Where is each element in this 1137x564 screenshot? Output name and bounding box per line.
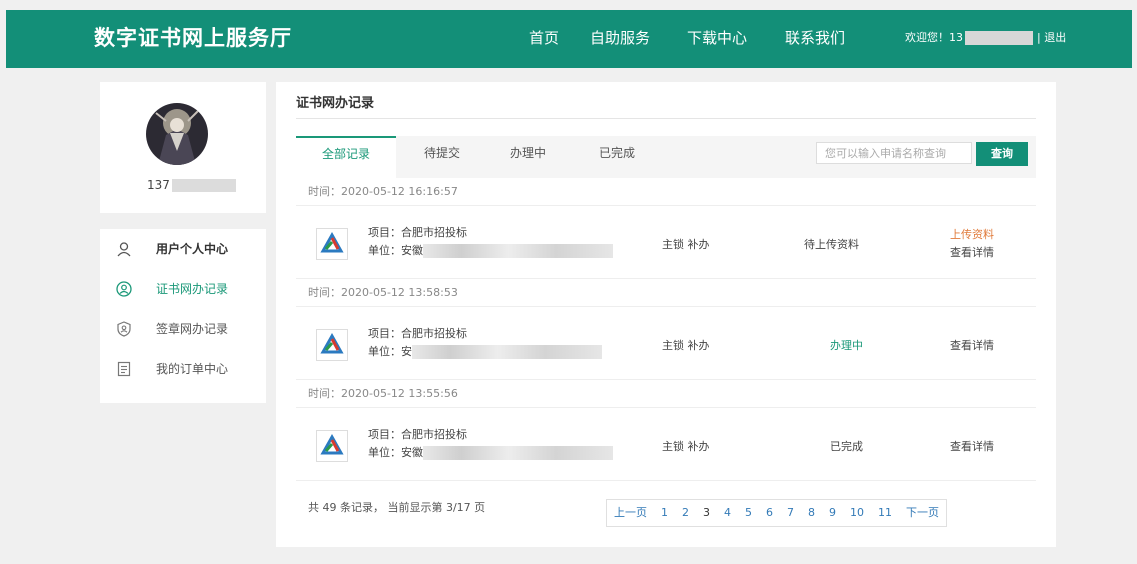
sidebar-item-seal-records[interactable]: 签章网办记录	[100, 309, 266, 349]
sidebar-item-my-orders[interactable]: 我的订单中心	[100, 349, 266, 389]
sidebar-item-label: 证书网办记录	[156, 282, 229, 296]
page-10[interactable]: 10	[843, 500, 871, 526]
page-3-current[interactable]: 3	[696, 500, 717, 526]
title-divider	[296, 118, 1036, 119]
profile-card: 137	[100, 82, 266, 213]
tab-all-records[interactable]: 全部记录	[296, 136, 396, 178]
record-project: 项目：合肥市招投标	[368, 226, 467, 239]
record-unit-text: 单位：安徽	[368, 244, 423, 257]
sidebar-item-label: 我的订单中心	[156, 362, 229, 376]
user-circle-icon	[116, 281, 132, 297]
tab-pending-submit[interactable]: 待提交	[424, 136, 460, 178]
search-input[interactable]	[816, 142, 972, 164]
site-title[interactable]: 数字证书网上服务厅	[94, 10, 292, 66]
sidebar-item-label: 用户个人中心	[156, 242, 229, 256]
record-time: 时间：2020-05-12 13:55:56	[296, 380, 1036, 408]
username-visible: 137	[147, 178, 170, 192]
record-type: 主锁 补办	[662, 339, 710, 352]
page-4[interactable]: 4	[717, 500, 738, 526]
page-11[interactable]: 11	[871, 500, 899, 526]
record-time: 时间：2020-05-12 13:58:53	[296, 279, 1036, 307]
project-logo-icon	[316, 329, 348, 361]
masked-phone	[965, 31, 1033, 45]
page-2[interactable]: 2	[675, 500, 696, 526]
page-1[interactable]: 1	[654, 500, 675, 526]
record-project: 项目：合肥市招投标	[368, 428, 467, 441]
record-unit: 单位：安徽	[368, 444, 613, 460]
view-details-link[interactable]: 查看详情	[950, 244, 994, 260]
top-header: 数字证书网上服务厅 首页 自助服务 下载中心 联系我们 欢迎您！13 | 退出	[6, 10, 1132, 68]
masked-unit	[412, 345, 602, 359]
nav-contact-us[interactable]: 联系我们	[785, 10, 845, 66]
nav-self-service[interactable]: 自助服务	[590, 10, 650, 66]
sidebar-item-user-center[interactable]: 用户个人中心	[100, 229, 266, 269]
record-time: 时间：2020-05-12 16:16:57	[296, 178, 1036, 206]
view-details-link[interactable]: 查看详情	[950, 438, 994, 454]
search-button[interactable]: 查询	[976, 142, 1028, 166]
record-type: 主锁 补办	[662, 440, 710, 453]
masked-unit	[423, 244, 613, 258]
record-status: 办理中	[830, 339, 863, 352]
nav-home[interactable]: 首页	[529, 10, 559, 66]
record-row: 项目：合肥市招投标 单位：安徽 主锁 补办 待上传资料 上传资料 查看详情	[296, 206, 1036, 279]
page-8[interactable]: 8	[801, 500, 822, 526]
separator: |	[1037, 31, 1041, 44]
nav-download-center[interactable]: 下载中心	[687, 10, 747, 66]
logout-link[interactable]: 退出	[1044, 31, 1066, 44]
record-status: 待上传资料	[804, 238, 859, 251]
record-unit-text: 单位：安	[368, 345, 412, 358]
record-status: 已完成	[830, 440, 863, 453]
seal-shield-icon	[117, 321, 131, 337]
record-unit: 单位：安	[368, 343, 602, 359]
username: 137	[147, 178, 236, 192]
page-5[interactable]: 5	[738, 500, 759, 526]
record-unit: 单位：安徽	[368, 242, 613, 258]
welcome-text: 欢迎您！13 | 退出	[905, 10, 1066, 66]
tab-bar: 全部记录 待提交 办理中 已完成 查询	[296, 136, 1036, 178]
page-7[interactable]: 7	[780, 500, 801, 526]
record-unit-text: 单位：安徽	[368, 446, 423, 459]
page-title: 证书网办记录	[296, 96, 375, 111]
sidebar-item-label: 签章网办记录	[156, 322, 229, 336]
view-details-link[interactable]: 查看详情	[950, 337, 994, 353]
user-icon	[117, 242, 131, 257]
sidebar-menu: 用户个人中心 证书网办记录 签章网办记录 我的订单中心	[100, 229, 266, 403]
page-6[interactable]: 6	[759, 500, 780, 526]
next-page-button[interactable]: 下一页	[899, 500, 946, 526]
project-logo-icon	[316, 228, 348, 260]
welcome-prefix: 欢迎您！13	[905, 31, 963, 44]
records-summary: 共 49 条记录， 当前显示第 3/17 页	[308, 501, 486, 514]
avatar[interactable]	[146, 103, 208, 165]
main-panel: 证书网办记录 全部记录 待提交 办理中 已完成 查询 时间：2020-05-12…	[276, 82, 1056, 547]
upload-materials-link[interactable]: 上传资料	[950, 226, 994, 242]
masked-unit	[423, 446, 613, 460]
record-row: 项目：合肥市招投标 单位：安 主锁 补办 办理中 查看详情	[296, 307, 1036, 380]
prev-page-button[interactable]: 上一页	[607, 500, 654, 526]
document-icon	[117, 361, 131, 377]
sidebar-item-cert-records[interactable]: 证书网办记录	[100, 269, 266, 309]
record-row: 项目：合肥市招投标 单位：安徽 主锁 补办 已完成 查看详情	[296, 408, 1036, 481]
page-9[interactable]: 9	[822, 500, 843, 526]
project-logo-icon	[316, 430, 348, 462]
record-project: 项目：合肥市招投标	[368, 327, 467, 340]
pagination: 上一页 1 2 3 4 5 6 7 8 9 10 11 下一页	[606, 499, 947, 527]
record-type: 主锁 补办	[662, 238, 710, 251]
tab-completed[interactable]: 已完成	[599, 136, 635, 178]
tab-in-progress[interactable]: 办理中	[510, 136, 546, 178]
masked-username	[171, 179, 236, 192]
